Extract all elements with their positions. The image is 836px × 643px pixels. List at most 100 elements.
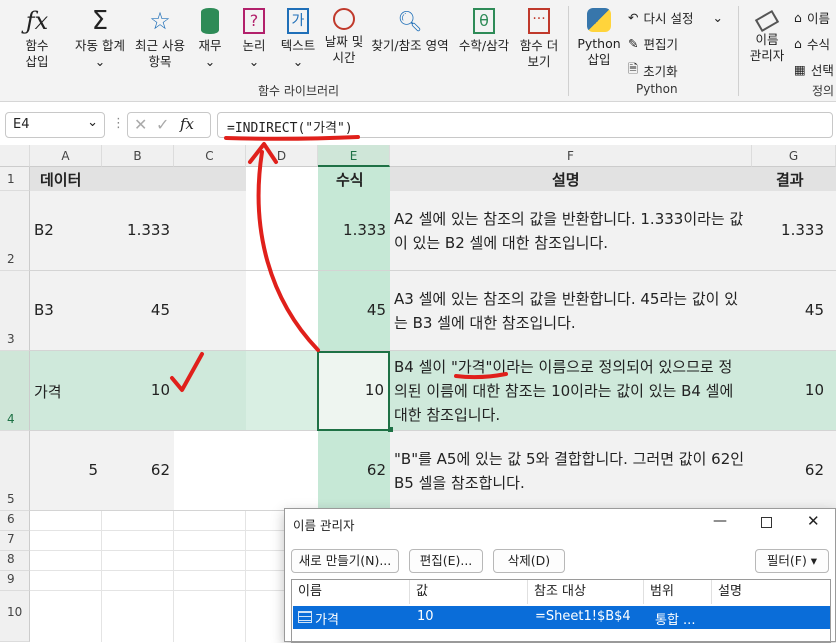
cell-f3[interactable]: A3 셀에 있는 참조의 값을 반환합니다. 45라는 값이 있는 B3 셀에 …: [394, 287, 746, 335]
autosum-button[interactable]: Σ 자동 합계 ⌄: [72, 8, 128, 70]
col-header-a[interactable]: A: [30, 145, 102, 167]
cell-f5[interactable]: "B"를 A5에 있는 값 5와 결합합니다. 그러면 값이 62인 B5 셀을…: [394, 447, 746, 495]
close-button[interactable]: ✕: [807, 512, 820, 530]
minimize-button[interactable]: —: [713, 513, 727, 529]
row-scope: 통합 ...: [655, 613, 696, 628]
create-from-selection-button[interactable]: ▦ 선택: [794, 60, 834, 79]
col-scope-header[interactable]: 범위: [644, 580, 712, 604]
cell-a1[interactable]: 데이터: [40, 169, 81, 190]
cell-f4[interactable]: B4 셀이 "가격"이라는 이름으로 정의되어 있으므로 정의된 이름에 대한 …: [394, 355, 746, 427]
undo-icon: ↶: [628, 10, 639, 25]
col-name-header[interactable]: 이름: [292, 580, 410, 604]
row-header-6[interactable]: 6: [0, 511, 30, 531]
more-options-icon[interactable]: ⋮: [112, 116, 125, 131]
check-icon[interactable]: ✓: [156, 115, 169, 134]
fx-icon: ƒx: [25, 7, 49, 35]
name-manager-button[interactable]: 이름 관리자: [746, 8, 788, 64]
name-manager-dialog: 이름 관리자 — ✕ 새로 만들기(N)... 편집(E)... 삭제(D) 필…: [284, 508, 836, 643]
edit-name-button[interactable]: 편집(E)...: [409, 549, 483, 573]
row-header-3[interactable]: 3: [0, 271, 30, 351]
active-cell-e4[interactable]: 10: [317, 351, 390, 431]
gridline: [30, 590, 290, 591]
gridline: [30, 550, 290, 551]
cell-g4[interactable]: 10: [752, 381, 824, 399]
datetime-button[interactable]: 날짜 및 시간: [322, 8, 366, 66]
math-trig-button[interactable]: θ 수학/삼각: [456, 8, 512, 54]
define-name-button[interactable]: ⌂ 이름: [794, 8, 830, 27]
insert-python-button[interactable]: Python 삽입: [576, 8, 622, 68]
cell-a4[interactable]: 가격: [34, 381, 62, 402]
col-header-f[interactable]: F: [390, 145, 752, 167]
gridline: [30, 430, 836, 431]
cell-f1[interactable]: 설명: [552, 169, 580, 190]
question-book-icon: ?: [243, 8, 265, 34]
cell-g5[interactable]: 62: [752, 461, 824, 479]
formula-bar: E4 ⌄ ⋮ ✕ ✓ fx =INDIRECT("가격"): [0, 108, 836, 142]
row-ref: =Sheet1!$B$4: [535, 609, 631, 624]
clock-icon: [333, 8, 355, 30]
cell-f2[interactable]: A2 셀에 있는 참조의 값을 반환합니다. 1.333이라는 값이 있는 B2…: [394, 207, 746, 255]
row-header-1[interactable]: 1: [0, 167, 30, 191]
row-header-10[interactable]: 10: [0, 591, 30, 642]
name-row[interactable]: 가격 10 =Sheet1!$B$4 통합 ...: [293, 606, 830, 629]
cell-b4[interactable]: 10: [102, 381, 170, 399]
row-header-7[interactable]: 7: [0, 531, 30, 551]
more-functions-button[interactable]: ··· 함수 더 보기: [516, 8, 562, 70]
use-in-formula-button[interactable]: ⌂ 수식: [794, 34, 830, 53]
maximize-button[interactable]: [761, 517, 772, 528]
select-all-corner[interactable]: [0, 145, 30, 167]
row-header-2[interactable]: 2: [0, 191, 30, 271]
formula-input[interactable]: =INDIRECT("가격"): [217, 112, 833, 138]
recent-functions-button[interactable]: ☆ 최근 사용 항목: [134, 8, 186, 70]
cancel-icon[interactable]: ✕: [134, 115, 147, 134]
cell-g3[interactable]: 45: [752, 301, 824, 319]
row-header-8[interactable]: 8: [0, 551, 30, 571]
name-box[interactable]: E4 ⌄: [5, 112, 105, 138]
new-name-button[interactable]: 새로 만들기(N)...: [291, 549, 399, 573]
cell-a2[interactable]: B2: [34, 221, 54, 239]
col-comment-header[interactable]: 설명: [712, 580, 830, 604]
cell-g2[interactable]: 1.333: [752, 221, 824, 239]
fill-handle[interactable]: [388, 427, 393, 432]
col-header-e[interactable]: E: [318, 145, 390, 167]
grid-icon: ▦: [794, 62, 806, 77]
cell-e5[interactable]: 62: [318, 461, 386, 479]
chevron-down-icon: ⌄: [87, 115, 98, 130]
delete-name-button[interactable]: 삭제(D): [493, 549, 565, 573]
sigma-icon: Σ: [91, 6, 109, 36]
col-header-b[interactable]: B: [102, 145, 174, 167]
col-header-c[interactable]: C: [174, 145, 246, 167]
filter-button[interactable]: 필터(F) ▾: [755, 549, 829, 573]
chevron-down-icon: ⌄: [712, 10, 723, 25]
cell-b2[interactable]: 1.333: [102, 221, 170, 239]
row-header-4[interactable]: 4: [0, 351, 30, 431]
finance-button[interactable]: 재무 ⌄: [192, 8, 228, 70]
cell-e3[interactable]: 45: [318, 301, 386, 319]
col-header-g[interactable]: G: [752, 145, 836, 167]
cell-b3[interactable]: 45: [102, 301, 170, 319]
row-header-5[interactable]: 5: [0, 431, 30, 511]
editor-button[interactable]: ✎ 편집기: [628, 34, 678, 53]
database-icon: [201, 8, 219, 34]
init-button[interactable]: 🗎︎ 초기화: [628, 60, 678, 81]
fx-icon[interactable]: fx: [180, 115, 194, 133]
col-value-header[interactable]: 값: [410, 580, 528, 604]
row-header-9[interactable]: 9: [0, 571, 30, 591]
gridline: [30, 350, 836, 351]
lookup-reference-button[interactable]: 🔍︎ 찾기/참조 영역: [368, 8, 452, 54]
text-functions-button[interactable]: 가 텍스트 ⌄: [278, 8, 318, 70]
separator: [738, 6, 739, 96]
logical-button[interactable]: ? 논리 ⌄: [236, 8, 272, 70]
reset-settings-button[interactable]: ↶ 다시 설정 ⌄: [628, 8, 723, 27]
col-ref-header[interactable]: 참조 대상: [528, 580, 644, 604]
insert-function-button[interactable]: ƒx 함수 삽입: [14, 8, 60, 70]
table-icon: [298, 611, 312, 623]
cell-a3[interactable]: B3: [34, 301, 54, 319]
cell-e2[interactable]: 1.333: [318, 221, 386, 239]
cell-b5[interactable]: 62: [102, 461, 170, 479]
cell-a5[interactable]: 5: [30, 461, 98, 479]
cell-g1[interactable]: 결과: [776, 169, 804, 190]
col-header-d[interactable]: D: [246, 145, 318, 167]
names-list[interactable]: 이름 값 참조 대상 범위 설명 가격 10 =Sheet1!$B$4 통합 .…: [291, 579, 831, 643]
cell-e1[interactable]: 수식: [336, 169, 364, 190]
